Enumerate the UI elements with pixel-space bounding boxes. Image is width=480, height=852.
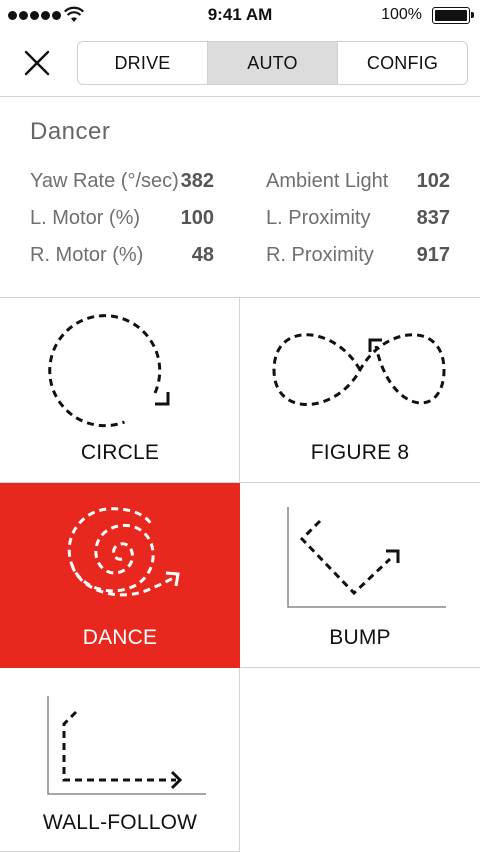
mode-tile-figure-8[interactable]: FIGURE 8 (240, 298, 480, 483)
stat-label: R. Motor (%) (30, 244, 144, 266)
mode-segmented-control: DRIVE AUTO CONFIG (77, 41, 468, 85)
circle-path-icon (48, 314, 170, 428)
mode-tile-wall-follow[interactable]: WALL-FOLLOW (0, 668, 240, 852)
mode-label: CIRCLE (80, 441, 160, 464)
tab-drive[interactable]: DRIVE (78, 42, 208, 84)
battery-icon (432, 7, 474, 24)
stat-right-proximity: R. Proximity 917 (266, 244, 450, 272)
tab-auto[interactable]: AUTO (208, 42, 338, 84)
stat-label: R. Proximity (266, 244, 374, 266)
bump-path-icon (287, 507, 446, 608)
robot-name: Dancer (30, 118, 111, 145)
stat-value: 917 (416, 244, 450, 266)
stat-label: L. Proximity (266, 207, 371, 229)
close-button[interactable] (18, 44, 58, 84)
stat-value: 100 (180, 207, 214, 229)
mode-label: WALL-FOLLOW (42, 811, 198, 834)
tab-config[interactable]: CONFIG (338, 42, 467, 84)
stat-right-motor: R. Motor (%) 48 (30, 244, 214, 272)
stat-value: 837 (416, 207, 450, 229)
stat-label: Yaw Rate (°/sec) (30, 170, 179, 192)
stat-value: 102 (416, 170, 450, 192)
mode-tile-dance[interactable]: DANCE (0, 483, 240, 668)
stat-ambient-light: Ambient Light 102 (266, 170, 450, 198)
spiral-path-icon (67, 507, 180, 597)
stat-left-motor: L. Motor (%) 100 (30, 207, 214, 235)
stat-left-proximity: L. Proximity 837 (266, 207, 450, 235)
mode-label: FIGURE 8 (310, 441, 410, 464)
mode-label: BUMP (329, 626, 391, 649)
empty-tile (240, 668, 480, 852)
stat-value: 382 (180, 170, 214, 192)
mode-label: DANCE (82, 626, 158, 649)
close-icon (24, 50, 50, 76)
mode-tile-bump[interactable]: BUMP (240, 483, 480, 668)
wall-follow-path-icon (47, 696, 206, 795)
stat-label: Ambient Light (266, 170, 389, 192)
mode-tile-circle[interactable]: CIRCLE (0, 298, 240, 483)
status-bar: 9:41 AM 100% (0, 0, 480, 32)
stat-yaw-rate: Yaw Rate (°/sec) 382 (30, 170, 214, 198)
mode-grid: CIRCLE FIGURE 8 DANCE BUMP WALL-FOLLOW (0, 298, 480, 852)
figure-eight-path-icon (272, 333, 446, 406)
stat-label: L. Motor (%) (30, 207, 141, 229)
stat-value: 48 (191, 244, 214, 266)
nav-bar: DRIVE AUTO CONFIG (0, 32, 480, 97)
robot-info-panel: Dancer Yaw Rate (°/sec) 382 L. Motor (%)… (0, 98, 480, 298)
battery-percent: 100% (381, 6, 422, 23)
